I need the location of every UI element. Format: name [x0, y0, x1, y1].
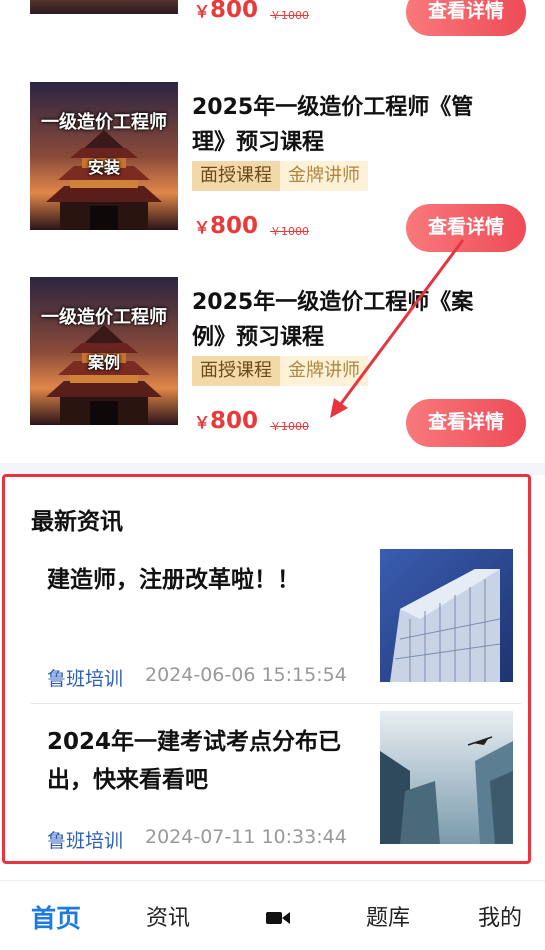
view-details-button[interactable]: 查看详情: [406, 399, 526, 447]
course-title[interactable]: 2025年一级造价工程师《管理》预习课程: [192, 90, 502, 160]
bottom-tab-bar: 首页 资讯 题库 我的: [0, 880, 545, 950]
news-time: 2024-07-11 10:33:44: [145, 826, 347, 848]
thumbnail-title: 一级造价工程师: [41, 112, 167, 133]
thumbnail-subtitle: 案例: [87, 353, 120, 372]
tab-questions[interactable]: 题库: [358, 881, 418, 950]
thumbnail-subtitle: 安装: [87, 158, 120, 177]
course-thumbnail: [30, 0, 178, 14]
course-card[interactable]: ￥800 ￥1000 查看详情: [0, 0, 545, 61]
news-title[interactable]: 建造师，注册改革啦！！: [47, 561, 357, 599]
course-thumbnail: 一级造价工程师 案例: [30, 277, 178, 425]
course-card[interactable]: 一级造价工程师 安装 2025年一级造价工程师《管理》预习课程 面授课程 金牌讲…: [0, 82, 545, 277]
news-title[interactable]: 2024年一建考试考点分布已出，快来看看吧: [47, 723, 357, 799]
thumbnail-title: 一级造价工程师: [41, 307, 167, 328]
building-image: [380, 549, 513, 682]
course-price: ￥800: [194, 408, 259, 434]
course-tags: 面授课程 金牌讲师: [192, 161, 368, 191]
news-section-title: 最新资讯: [31, 509, 123, 535]
course-original-price: ￥1000: [270, 9, 309, 22]
tab-video[interactable]: [258, 881, 298, 950]
video-camera-icon: [266, 912, 290, 924]
tag-offline-course: 面授课程: [192, 161, 280, 191]
tag-gold-teacher: 金牌讲师: [280, 356, 368, 386]
tab-home[interactable]: 首页: [26, 881, 86, 950]
news-thumbnail: [380, 549, 513, 682]
latest-news-section: 最新资讯 建造师，注册改革啦！！ 鲁班培训 2024-06-06 15:15:5…: [2, 474, 531, 864]
view-details-button[interactable]: 查看详情: [406, 204, 526, 252]
course-price: ￥800: [194, 0, 259, 23]
news-time: 2024-06-06 15:15:54: [145, 664, 347, 686]
tag-offline-course: 面授课程: [192, 356, 280, 386]
course-card[interactable]: 一级造价工程师 案例 2025年一级造价工程师《案例》预习课程 面授课程 金牌讲…: [0, 277, 545, 472]
course-original-price: ￥1000: [270, 225, 309, 238]
view-details-button[interactable]: 查看详情: [406, 0, 526, 36]
news-item[interactable]: 建造师，注册改革啦！！ 鲁班培训 2024-06-06 15:15:54: [31, 547, 527, 707]
course-original-price: ￥1000: [270, 420, 309, 433]
news-divider: [31, 703, 521, 704]
pagoda-image: [30, 0, 178, 14]
skyscraper-image: [380, 711, 513, 844]
tag-gold-teacher: 金牌讲师: [280, 161, 368, 191]
news-source: 鲁班培训: [47, 668, 124, 690]
course-price: ￥800: [194, 213, 259, 239]
news-source: 鲁班培训: [47, 830, 124, 852]
news-thumbnail: [380, 711, 513, 844]
news-item[interactable]: 2024年一建考试考点分布已出，快来看看吧 鲁班培训 2024-07-11 10…: [31, 709, 527, 869]
course-title[interactable]: 2025年一级造价工程师《案例》预习课程: [192, 285, 502, 355]
course-tags: 面授课程 金牌讲师: [192, 356, 368, 386]
tab-news[interactable]: 资讯: [138, 881, 198, 950]
course-thumbnail: 一级造价工程师 安装: [30, 82, 178, 230]
tab-mine[interactable]: 我的: [470, 881, 530, 950]
